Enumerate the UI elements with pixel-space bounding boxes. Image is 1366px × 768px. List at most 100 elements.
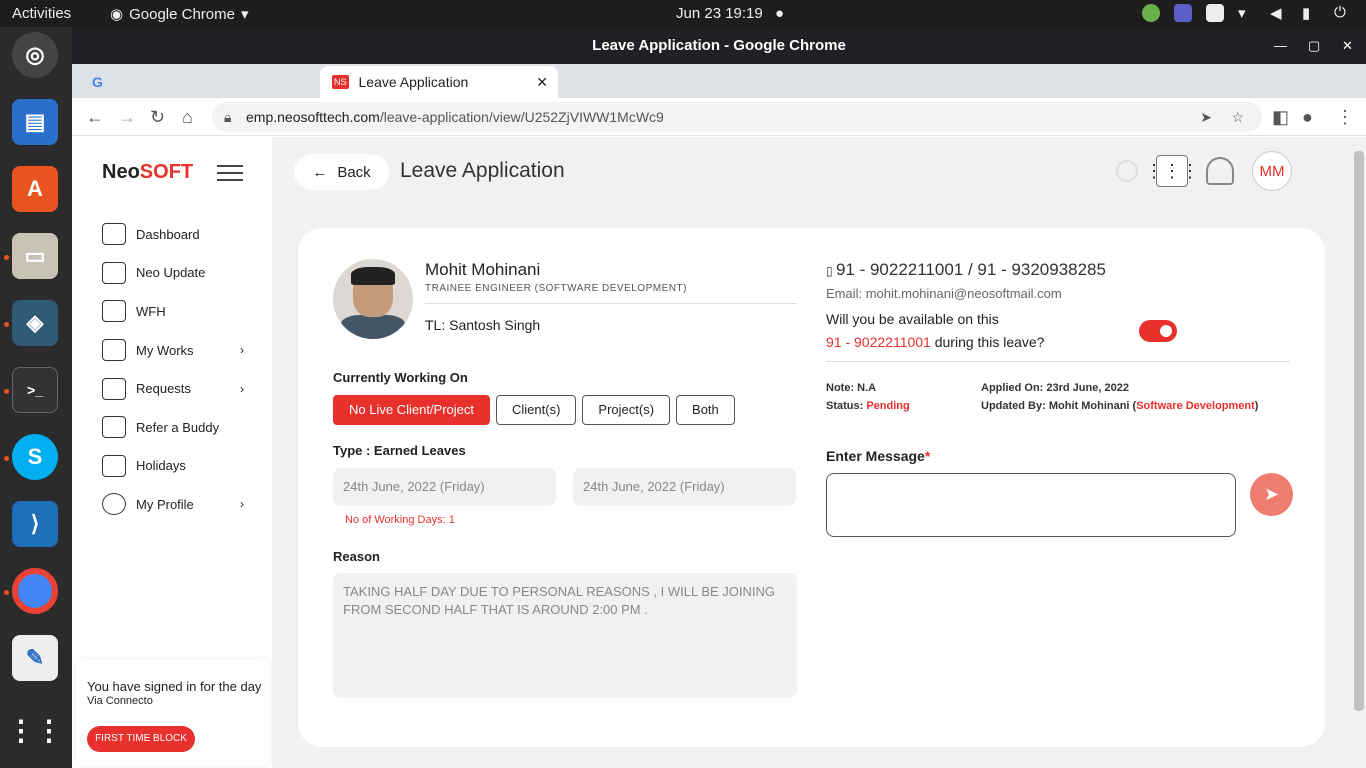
sidebar-item-dashboard[interactable]: Dashboard <box>102 215 252 254</box>
message-input[interactable] <box>826 473 1236 537</box>
url-path: /leave-application/view/U252ZjVIWW1McWc9 <box>379 109 664 125</box>
sidebar-item-wfh[interactable]: WFH <box>102 292 252 331</box>
running-indicator <box>4 590 9 595</box>
chat-icon[interactable] <box>1116 160 1138 182</box>
option-clients[interactable]: Client(s) <box>496 395 577 425</box>
reload-icon[interactable]: ↻ <box>150 107 165 128</box>
activities-button[interactable]: Activities <box>12 5 71 22</box>
sidebar-item-my-profile[interactable]: My Profile › <box>102 485 252 524</box>
profile-icon[interactable]: ● <box>1302 107 1313 128</box>
bell-icon[interactable] <box>1206 157 1234 185</box>
writer-icon[interactable]: ▤ <box>12 99 58 145</box>
avatar[interactable]: MM <box>1252 151 1292 191</box>
status-badge: Pending <box>866 400 910 412</box>
chrome-dock-icon[interactable] <box>12 568 58 614</box>
vscode-icon[interactable]: ⟩ <box>12 501 58 547</box>
sidebar-item-my-works[interactable]: My Works › <box>102 331 252 370</box>
running-indicator <box>4 389 9 394</box>
apps-grid-icon[interactable]: ⋮⋮⋮ <box>1145 155 1199 187</box>
volume-icon: ◀ <box>1270 5 1282 22</box>
skype-tray-icon <box>1206 4 1224 22</box>
home-icon[interactable]: ⌂ <box>182 107 193 128</box>
phone-icon: ▯ <box>826 264 836 278</box>
skype-icon[interactable]: S <box>12 434 58 480</box>
leave-type: Type : Earned Leaves <box>333 443 466 458</box>
working-days: No of Working Days: 1 <box>345 514 455 526</box>
sidebar-item-refer-a-buddy[interactable]: Refer a Buddy <box>102 408 252 447</box>
refer-icon <box>102 416 126 439</box>
option-no-live-client[interactable]: No Live Client/Project <box>333 395 490 425</box>
tab-leave-application[interactable]: NS Leave Application ✕ <box>320 66 558 98</box>
scrollbar[interactable] <box>1352 137 1366 768</box>
google-tab[interactable]: G <box>92 66 312 98</box>
system-tray[interactable]: ▾ ◀ ▮ ⏻ <box>1142 4 1352 22</box>
signin-status-card: You have signed in for the day Via Conne… <box>76 659 270 766</box>
software-center-icon[interactable]: A <box>12 166 58 212</box>
status: Status: Pending <box>826 400 910 412</box>
running-indicator <box>4 322 9 327</box>
teams-icon <box>1174 4 1192 22</box>
chevron-right-icon: › <box>240 343 244 358</box>
from-date-field[interactable]: 24th June, 2022 (Friday) <box>333 468 556 506</box>
scrollbar-thumb[interactable] <box>1354 151 1364 711</box>
works-icon <box>102 339 126 362</box>
option-projects[interactable]: Project(s) <box>582 395 671 425</box>
neosoft-logo[interactable]: NeoSOFT <box>102 161 193 184</box>
divider <box>826 361 1290 362</box>
reason-textarea[interactable]: TAKING HALF DAY DUE TO PERSONAL REASONS … <box>333 573 797 698</box>
back-arrow-icon[interactable]: ← <box>86 107 104 128</box>
rhythmbox-icon[interactable]: ◎ <box>12 32 58 78</box>
send-button[interactable]: ➤ <box>1250 473 1293 516</box>
clock[interactable]: Jun 23 19:19 <box>676 5 763 22</box>
phone-text: 91 - 9022211001 / 91 - 9320938285 <box>835 260 1106 279</box>
window-title: Leave Application - Google Chrome <box>592 37 846 54</box>
sidebar-item-label: Holidays <box>136 458 186 474</box>
show-apps-icon[interactable]: ⋮⋮ <box>7 707 63 753</box>
url-input[interactable]: 🔒︎ emp.neosofttech.com/leave-application… <box>212 102 1262 132</box>
app-name: Google Chrome <box>129 5 235 23</box>
availability-toggle[interactable] <box>1139 320 1177 342</box>
mysql-workbench-icon[interactable]: ◈ <box>12 300 58 346</box>
updated-by: Updated By: Mohit Mohinani (Software Dev… <box>981 400 1258 412</box>
sidebar-item-neo-update[interactable]: Neo Update <box>102 254 252 293</box>
sidebar-item-holidays[interactable]: Holidays <box>102 447 252 486</box>
lock-icon: 🔒︎ <box>224 109 232 125</box>
send-tab-icon[interactable]: ➤ <box>1200 102 1212 132</box>
close-window-button[interactable]: ✕ <box>1342 27 1353 64</box>
bookmark-star-icon[interactable]: ☆ <box>1231 102 1244 132</box>
chrome-icon: ◉ <box>110 6 124 23</box>
holidays-icon <box>102 454 126 477</box>
dashboard-icon <box>102 223 126 246</box>
google-icon: G <box>92 74 103 90</box>
maximize-button[interactable]: ▢ <box>1308 27 1320 64</box>
tab-title: Leave Application <box>358 74 469 90</box>
header-actions: ⋮⋮⋮ MM <box>1116 151 1292 191</box>
employee-name: Mohit Mohinani <box>425 260 541 279</box>
to-date-field[interactable]: 24th June, 2022 (Friday) <box>573 468 796 506</box>
availability-q1: Will you be available on this <box>826 311 999 327</box>
battery-icon: ▮ <box>1302 5 1311 22</box>
running-indicator <box>4 456 9 461</box>
url-host: emp.neosofttech.com <box>246 109 380 125</box>
app-menu[interactable]: ◉ Google Chrome ▾ <box>110 5 249 24</box>
forward-arrow-icon[interactable]: → <box>118 107 136 128</box>
leave-card: Mohit Mohinani TRAINEE ENGINEER (SOFTWAR… <box>298 228 1325 747</box>
message-label-text: Enter Message <box>826 448 925 464</box>
text-editor-icon[interactable]: ✎ <box>12 635 58 681</box>
terminal-icon[interactable]: >_ <box>12 367 58 413</box>
back-button[interactable]: ← Back <box>294 154 389 190</box>
sidebar-menu: Dashboard Neo Update WFH My Works › Reque… <box>102 215 252 524</box>
chrome-menu-icon[interactable]: ⋮ <box>1336 107 1354 128</box>
close-tab-icon[interactable]: ✕ <box>536 74 548 91</box>
first-time-block-button[interactable]: FIRST TIME BLOCK <box>87 726 195 752</box>
main-content: ← Back Leave Application ⋮⋮⋮ MM Mohit Moh… <box>272 137 1352 768</box>
signin-text: You have signed in for the day <box>87 679 262 694</box>
minimize-button[interactable]: — <box>1274 27 1287 64</box>
hamburger-menu-icon[interactable] <box>217 165 243 181</box>
required-mark: * <box>924 448 931 464</box>
files-icon[interactable]: ▭ <box>12 233 58 279</box>
option-both[interactable]: Both <box>676 395 735 425</box>
side-panel-icon[interactable]: ◧ <box>1272 107 1289 128</box>
sidebar-item-requests[interactable]: Requests › <box>102 369 252 408</box>
running-indicator <box>4 255 9 260</box>
